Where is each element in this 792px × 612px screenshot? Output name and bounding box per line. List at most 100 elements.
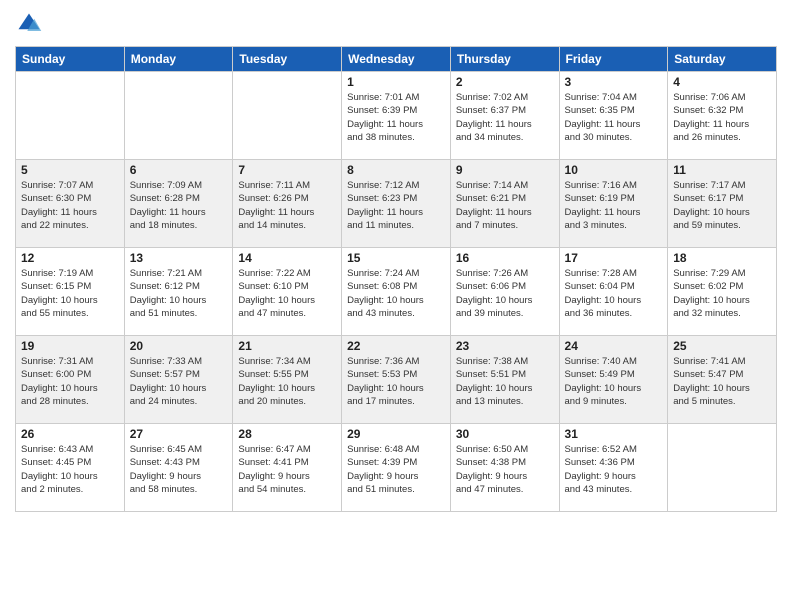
calendar-cell: 19Sunrise: 7:31 AMSunset: 6:00 PMDayligh…: [16, 336, 125, 424]
day-number: 5: [21, 163, 119, 177]
day-number: 12: [21, 251, 119, 265]
calendar: SundayMondayTuesdayWednesdayThursdayFrid…: [15, 46, 777, 512]
calendar-cell: 27 Sunrise: 6:45 AMSunset: 4:43 PMDayligh…: [124, 424, 233, 512]
logo-icon: [15, 10, 43, 38]
day-number: 7: [238, 163, 336, 177]
calendar-cell: 23 Sunrise: 7:38 AMSunset: 5:51 PMDayligh…: [450, 336, 559, 424]
calendar-cell: [16, 72, 125, 160]
calendar-cell: 15Sunrise: 7:24 AMSunset: 6:08 PMDayligh…: [342, 248, 451, 336]
calendar-cell: 22 Sunrise: 7:36 AMSunset: 5:53 PMDayligh…: [342, 336, 451, 424]
day-number: 16: [456, 251, 554, 265]
day-info: Sunrise: 7:02 AMSunset: 6:37 PMDaylight:…: [456, 91, 554, 144]
page: SundayMondayTuesdayWednesdayThursdayFrid…: [0, 0, 792, 612]
calendar-cell: 9Sunrise: 7:14 AMSunset: 6:21 PMDaylight…: [450, 160, 559, 248]
day-info: Sunrise: 7:38 AMSunset: 5:51 PMDaylight:…: [456, 355, 554, 408]
calendar-cell: [668, 424, 777, 512]
day-info: Sunrise: 7:06 AMSunset: 6:32 PMDaylight:…: [673, 91, 771, 144]
day-info: Sunrise: 7:34 AMSunset: 5:55 PMDaylight:…: [238, 355, 336, 408]
day-number: 26: [21, 427, 119, 441]
day-number: 6: [130, 163, 228, 177]
calendar-cell: [233, 72, 342, 160]
calendar-cell: 13Sunrise: 7:21 AMSunset: 6:12 PMDayligh…: [124, 248, 233, 336]
week-row: 12 Sunrise: 7:19 AMSunset: 6:15 PMDayligh…: [16, 248, 777, 336]
day-number: 2: [456, 75, 554, 89]
day-info: Sunrise: 7:36 AMSunset: 5:53 PMDaylight:…: [347, 355, 445, 408]
calendar-cell: 26 Sunrise: 6:43 AMSunset: 4:45 PMDayligh…: [16, 424, 125, 512]
calendar-cell: 6 Sunrise: 7:09 AMSunset: 6:28 PMDaylight…: [124, 160, 233, 248]
day-number: 30: [456, 427, 554, 441]
day-header-monday: Monday: [124, 47, 233, 72]
day-info: Sunrise: 7:22 AMSunset: 6:10 PMDaylight:…: [238, 267, 336, 320]
day-number: 21: [238, 339, 336, 353]
day-header-saturday: Saturday: [668, 47, 777, 72]
calendar-cell: 25 Sunrise: 7:41 AMSunset: 5:47 PMDayligh…: [668, 336, 777, 424]
day-info: Sunrise: 6:43 AMSunset: 4:45 PMDaylight:…: [21, 443, 119, 496]
calendar-cell: 31Sunrise: 6:52 AMSunset: 4:36 PMDayligh…: [559, 424, 668, 512]
day-info: Sunrise: 7:09 AMSunset: 6:28 PMDaylight:…: [130, 179, 228, 232]
day-number: 19: [21, 339, 119, 353]
day-number: 3: [565, 75, 663, 89]
calendar-cell: 7 Sunrise: 7:11 AMSunset: 6:26 PMDaylight…: [233, 160, 342, 248]
week-row: 1Sunrise: 7:01 AMSunset: 6:39 PMDaylight…: [16, 72, 777, 160]
calendar-cell: 4Sunrise: 7:06 AMSunset: 6:32 PMDaylight…: [668, 72, 777, 160]
day-info: Sunrise: 6:47 AMSunset: 4:41 PMDaylight:…: [238, 443, 336, 496]
day-info: Sunrise: 7:07 AMSunset: 6:30 PMDaylight:…: [21, 179, 119, 232]
calendar-cell: 30 Sunrise: 6:50 AMSunset: 4:38 PMDayligh…: [450, 424, 559, 512]
calendar-cell: 11Sunrise: 7:17 AMSunset: 6:17 PMDayligh…: [668, 160, 777, 248]
header: [15, 10, 777, 38]
calendar-cell: 28 Sunrise: 6:47 AMSunset: 4:41 PMDayligh…: [233, 424, 342, 512]
day-info: Sunrise: 7:33 AMSunset: 5:57 PMDaylight:…: [130, 355, 228, 408]
day-info: Sunrise: 7:11 AMSunset: 6:26 PMDaylight:…: [238, 179, 336, 232]
calendar-cell: 16 Sunrise: 7:26 AMSunset: 6:06 PMDayligh…: [450, 248, 559, 336]
day-info: Sunrise: 6:50 AMSunset: 4:38 PMDaylight:…: [456, 443, 554, 496]
calendar-cell: 2 Sunrise: 7:02 AMSunset: 6:37 PMDaylight…: [450, 72, 559, 160]
day-number: 8: [347, 163, 445, 177]
day-number: 23: [456, 339, 554, 353]
calendar-header: SundayMondayTuesdayWednesdayThursdayFrid…: [16, 47, 777, 72]
day-number: 22: [347, 339, 445, 353]
day-info: Sunrise: 7:04 AMSunset: 6:35 PMDaylight:…: [565, 91, 663, 144]
day-info: Sunrise: 6:48 AMSunset: 4:39 PMDaylight:…: [347, 443, 445, 496]
day-number: 20: [130, 339, 228, 353]
calendar-cell: 17Sunrise: 7:28 AMSunset: 6:04 PMDayligh…: [559, 248, 668, 336]
day-number: 17: [565, 251, 663, 265]
day-number: 28: [238, 427, 336, 441]
calendar-cell: 1Sunrise: 7:01 AMSunset: 6:39 PMDaylight…: [342, 72, 451, 160]
day-number: 29: [347, 427, 445, 441]
day-info: Sunrise: 7:41 AMSunset: 5:47 PMDaylight:…: [673, 355, 771, 408]
day-number: 11: [673, 163, 771, 177]
day-info: Sunrise: 7:24 AMSunset: 6:08 PMDaylight:…: [347, 267, 445, 320]
day-info: Sunrise: 7:21 AMSunset: 6:12 PMDaylight:…: [130, 267, 228, 320]
day-number: 1: [347, 75, 445, 89]
day-info: Sunrise: 7:26 AMSunset: 6:06 PMDaylight:…: [456, 267, 554, 320]
day-header-wednesday: Wednesday: [342, 47, 451, 72]
day-number: 27: [130, 427, 228, 441]
day-number: 18: [673, 251, 771, 265]
calendar-cell: 3 Sunrise: 7:04 AMSunset: 6:35 PMDaylight…: [559, 72, 668, 160]
calendar-cell: 12 Sunrise: 7:19 AMSunset: 6:15 PMDayligh…: [16, 248, 125, 336]
day-number: 10: [565, 163, 663, 177]
week-row: 19Sunrise: 7:31 AMSunset: 6:00 PMDayligh…: [16, 336, 777, 424]
calendar-cell: 24 Sunrise: 7:40 AMSunset: 5:49 PMDayligh…: [559, 336, 668, 424]
day-info: Sunrise: 7:29 AMSunset: 6:02 PMDaylight:…: [673, 267, 771, 320]
day-info: Sunrise: 7:12 AMSunset: 6:23 PMDaylight:…: [347, 179, 445, 232]
calendar-cell: 18 Sunrise: 7:29 AMSunset: 6:02 PMDayligh…: [668, 248, 777, 336]
calendar-cell: 14 Sunrise: 7:22 AMSunset: 6:10 PMDayligh…: [233, 248, 342, 336]
week-row: 5 Sunrise: 7:07 AMSunset: 6:30 PMDaylight…: [16, 160, 777, 248]
day-number: 24: [565, 339, 663, 353]
day-header-friday: Friday: [559, 47, 668, 72]
day-info: Sunrise: 6:45 AMSunset: 4:43 PMDaylight:…: [130, 443, 228, 496]
day-header-tuesday: Tuesday: [233, 47, 342, 72]
calendar-cell: 29 Sunrise: 6:48 AMSunset: 4:39 PMDayligh…: [342, 424, 451, 512]
day-info: Sunrise: 7:40 AMSunset: 5:49 PMDaylight:…: [565, 355, 663, 408]
day-info: Sunrise: 7:19 AMSunset: 6:15 PMDaylight:…: [21, 267, 119, 320]
day-info: Sunrise: 7:16 AMSunset: 6:19 PMDaylight:…: [565, 179, 663, 232]
day-number: 25: [673, 339, 771, 353]
calendar-cell: 8 Sunrise: 7:12 AMSunset: 6:23 PMDaylight…: [342, 160, 451, 248]
day-number: 9: [456, 163, 554, 177]
calendar-cell: 10 Sunrise: 7:16 AMSunset: 6:19 PMDayligh…: [559, 160, 668, 248]
calendar-cell: [124, 72, 233, 160]
day-number: 31: [565, 427, 663, 441]
day-number: 14: [238, 251, 336, 265]
day-header-sunday: Sunday: [16, 47, 125, 72]
